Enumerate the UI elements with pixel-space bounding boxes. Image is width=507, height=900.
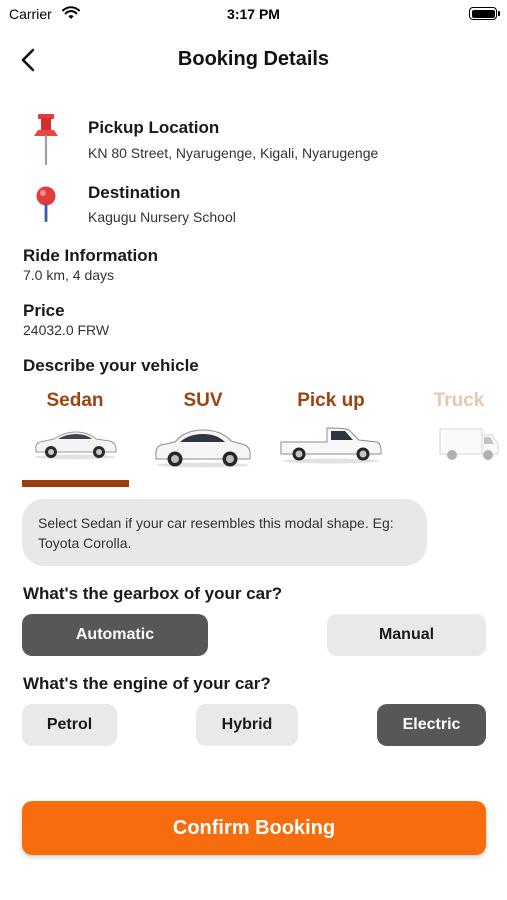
status-time: 3:17 PM bbox=[227, 6, 280, 22]
map-pin-icon bbox=[36, 186, 56, 222]
vehicle-section-title: Describe your vehicle bbox=[23, 356, 199, 375]
engine-petrol-button[interactable]: Petrol bbox=[22, 704, 117, 746]
pickup-truck-icon bbox=[280, 427, 382, 464]
vehicle-tab-suv[interactable]: SUV bbox=[147, 390, 259, 468]
box-truck-icon bbox=[439, 428, 499, 460]
vehicle-tab-indicator bbox=[22, 480, 129, 487]
price-title: Price bbox=[23, 301, 65, 320]
destination-title: Destination bbox=[88, 183, 181, 202]
push-pin-icon bbox=[34, 114, 58, 166]
pickup-address: KN 80 Street, Nyarugenge, Kigali, Nyarug… bbox=[88, 145, 379, 161]
engine-hybrid-button[interactable]: Hybrid bbox=[196, 704, 298, 746]
destination-address: Kagugu Nursery School bbox=[88, 209, 236, 225]
vehicle-label-truck: Truck bbox=[433, 390, 485, 411]
battery-icon bbox=[469, 7, 500, 20]
status-bar: Carrier 3:17 PM bbox=[0, 0, 507, 30]
engine-electric-button[interactable]: Electric bbox=[377, 704, 486, 746]
sedan-car-icon bbox=[35, 431, 117, 460]
vehicle-tab-sedan[interactable]: Sedan bbox=[19, 390, 131, 460]
ride-info-title: Ride Information bbox=[23, 246, 159, 265]
vehicle-hint: Select Sedan if your car resembles this … bbox=[22, 499, 427, 566]
vehicle-tab-truck[interactable]: Truck bbox=[403, 390, 507, 462]
vehicle-label-pickup: Pick up bbox=[297, 390, 365, 411]
suv-car-icon bbox=[155, 429, 251, 468]
ride-info-value: 7.0 km, 4 days bbox=[23, 267, 115, 283]
gearbox-title: What's the gearbox of your car? bbox=[23, 584, 283, 603]
engine-title: What's the engine of your car? bbox=[23, 674, 271, 693]
pickup-title: Pickup Location bbox=[88, 118, 220, 137]
confirm-booking-button[interactable]: Confirm Booking bbox=[22, 801, 486, 855]
vehicle-tab-pickup[interactable]: Pick up bbox=[275, 390, 387, 464]
vehicle-label-suv: SUV bbox=[183, 390, 223, 411]
page-title: Booking Details bbox=[177, 48, 330, 70]
vehicle-label-sedan: Sedan bbox=[46, 390, 104, 411]
price-value: 24032.0 FRW bbox=[23, 322, 110, 338]
gearbox-automatic-button[interactable]: Automatic bbox=[22, 614, 208, 656]
gearbox-manual-button[interactable]: Manual bbox=[327, 614, 486, 656]
